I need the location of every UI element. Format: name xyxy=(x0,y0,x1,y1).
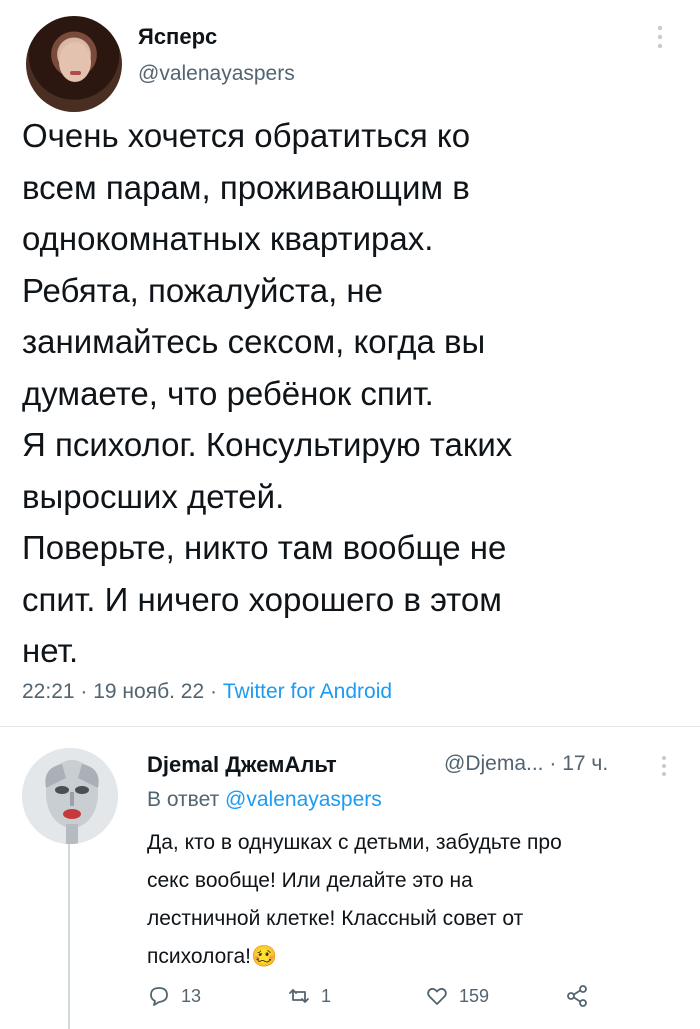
tweet-text: Очень хочется обратиться ко всем парам, … xyxy=(22,117,513,669)
reply-author-handle-and-age: @Djema... · 17 ч. xyxy=(444,752,608,776)
heart-icon xyxy=(427,987,447,1005)
more-options-button[interactable] xyxy=(656,24,664,55)
meta-separator: · xyxy=(204,680,223,703)
retweet-count: 1 xyxy=(321,985,332,1006)
tweet-date[interactable]: 19 нояб. 22 xyxy=(93,680,204,703)
author-name[interactable]: Ясперс xyxy=(138,24,217,50)
reply-icon xyxy=(150,987,168,1006)
reply-prefix: В ответ xyxy=(147,788,226,811)
like-count: 159 xyxy=(459,985,490,1006)
woozy-face-emoji: 🥴 xyxy=(250,945,278,968)
tweet-time[interactable]: 22:21 xyxy=(22,680,75,703)
reply-count: 13 xyxy=(181,985,202,1006)
reply-age[interactable]: 17 ч. xyxy=(562,752,608,775)
divider xyxy=(0,726,700,727)
reply-author-avatar[interactable] xyxy=(22,748,118,844)
reply-action[interactable]: 13 xyxy=(147,984,201,1008)
retweet-icon xyxy=(289,989,309,1003)
reply-text: Да, кто в однушках с детьми, забудьте пр… xyxy=(147,824,687,976)
author-avatar[interactable] xyxy=(26,16,122,112)
reply-author-name[interactable]: Djemal ДжемАльт xyxy=(147,752,337,778)
tweet-source-link[interactable]: Twitter for Android xyxy=(223,680,392,703)
meta-separator: · xyxy=(543,752,563,775)
more-vertical-icon xyxy=(662,756,666,776)
reply-to-link[interactable]: @valenayaspers xyxy=(225,788,382,811)
share-icon xyxy=(567,985,587,1007)
author-handle[interactable]: @valenayaspers xyxy=(138,62,295,86)
thread-line xyxy=(68,842,70,1029)
more-vertical-icon xyxy=(657,25,663,49)
like-action[interactable]: 159 xyxy=(425,984,489,1008)
reply-text-body: Да, кто в однушках с детьми, забудьте пр… xyxy=(147,831,562,968)
reply-author-handle[interactable]: @Djema... xyxy=(444,752,544,775)
retweet-action[interactable]: 1 xyxy=(287,984,331,1008)
reply-context: В ответ @valenayaspers xyxy=(147,788,382,812)
share-action[interactable] xyxy=(565,984,589,1008)
meta-separator: · xyxy=(74,680,94,703)
reply-more-options-button[interactable] xyxy=(660,754,668,783)
tweet-metadata: 22:21 · 19 нояб. 22 · Twitter for Androi… xyxy=(22,680,392,704)
